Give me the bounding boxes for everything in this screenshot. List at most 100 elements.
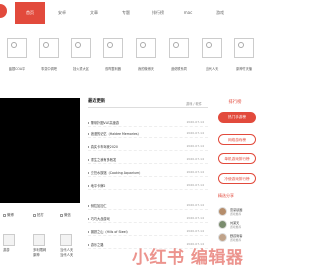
app-tile[interactable]: 事变中调吧 — [36, 38, 62, 71]
app-thumbnail — [71, 38, 91, 58]
item-title-text: 地平卡牌2 — [90, 184, 106, 188]
list-item[interactable]: 钢铁之山（Hills of Steel） 2020-07-14 — [88, 226, 208, 236]
list-item[interactable]: 重生之我有多贱发 2020-07-14 — [88, 154, 208, 164]
game-label: 游游 — [3, 248, 10, 252]
game-label: 原神 — [33, 253, 40, 257]
list-item[interactable]: 董帝扑图VLE高速游 2020-07-14 — [88, 117, 208, 127]
app-thumbnail — [7, 38, 27, 58]
app-label: 原神竹天播 — [236, 67, 252, 71]
item-title: 董帝扑图VLE高速游 — [88, 120, 119, 125]
list-item[interactable]: 巧巧大战游戏 2020-07-14 — [88, 213, 208, 223]
share-label: 微信 — [64, 213, 71, 217]
latest-title: 最近更新 — [88, 99, 106, 104]
app-tile[interactable]: 双昨整利器 — [100, 38, 126, 71]
app-thumbnail — [136, 38, 156, 58]
hot-mobile-games-button[interactable]: 热门手游榜 — [218, 112, 256, 123]
app-thumbnail — [39, 38, 59, 58]
bullet-icon — [88, 231, 90, 233]
share-weibo[interactable]: 微博 — [3, 212, 14, 217]
checkbox-icon — [33, 213, 36, 217]
list-item[interactable]: 浪漫的记忆（Haldee Memories） 2020-07-14 — [88, 128, 208, 138]
watermark-overlay: 小红书 编辑器 — [132, 248, 244, 268]
app-label: 当代人天 — [205, 67, 219, 71]
nav-articles[interactable]: 文章 — [79, 0, 109, 26]
top-nav: 首页 安卓 文章 专题 排行榜 mac 游戏 — [11, 0, 258, 26]
user-subtitle: 游戏推荐 — [230, 225, 242, 229]
item-date: 2020-07-14 — [186, 170, 204, 174]
share-wechat[interactable]: 微信 — [60, 212, 71, 217]
app-tile[interactable]: 原神竹天播 — [231, 38, 257, 71]
featured-title: 精选分享 — [218, 193, 234, 198]
user-subtitle: 游戏推荐 — [230, 212, 242, 216]
ranking-title: 排行榜 — [228, 100, 242, 105]
list-item[interactable]: 真实卡车驾驶2020 2020-07-14 — [88, 141, 208, 151]
app-thumbnail — [103, 38, 123, 58]
app-label: 迪佬联系同 — [171, 67, 187, 71]
nav-mac[interactable]: mac — [173, 0, 203, 26]
bullet-icon — [88, 122, 90, 124]
casual-games-button[interactable]: 冷使游戏排行榜 — [218, 173, 256, 184]
site-logo[interactable] — [0, 4, 7, 18]
app-tile[interactable]: 我的微博天 — [133, 38, 159, 71]
app-tile[interactable]: 当代人天 — [199, 38, 225, 71]
list-item[interactable]: 地平卡牌2 2020-07-14 — [88, 180, 208, 190]
avatar[interactable] — [218, 233, 227, 242]
game-thumbnail[interactable] — [33, 234, 45, 246]
item-date: 2020-07-14 — [186, 203, 204, 207]
item-date: 2020-07-14 — [186, 144, 204, 148]
item-title: 烹饪水族馆（Cooking Aquarium） — [88, 170, 142, 175]
item-title: 游乐之路 — [88, 242, 103, 247]
item-title-text: 董帝扑图VLE高速游 — [90, 121, 119, 125]
bullet-icon — [88, 172, 90, 174]
app-label: 事变中调吧 — [41, 67, 57, 71]
share-print[interactable]: 拍打 — [33, 212, 44, 217]
item-title-text: 浪漫的记忆（Haldee Memories） — [90, 132, 141, 136]
app-tile[interactable]: 晶银COA平 — [4, 38, 30, 71]
bullet-icon — [88, 146, 90, 148]
checkbox-icon — [60, 213, 63, 217]
app-grid: 晶银COA平 事变中调吧 挡火重大区 双昨整利器 我的微博天 迪佬联系同 当代人… — [0, 38, 258, 78]
list-item[interactable]: 侧拉加加仁 2020-07-14 — [88, 200, 208, 210]
app-label: 双昨整利器 — [105, 67, 121, 71]
game-thumbnail[interactable] — [60, 234, 72, 246]
item-title-text: 侧拉加加仁 — [90, 204, 107, 208]
app-thumbnail — [169, 38, 189, 58]
item-title-text: 钢铁之山（Hills of Steel） — [90, 230, 130, 234]
app-label: 我的微博天 — [138, 67, 154, 71]
nav-home[interactable]: 首页 — [15, 2, 45, 24]
app-tile[interactable]: 迪佬联系同 — [166, 38, 192, 71]
online-games-button[interactable]: 网络游戏榜 — [218, 134, 256, 145]
item-date: 2020-07-14 — [186, 216, 204, 220]
bullet-icon — [88, 159, 90, 161]
game-thumbnail[interactable] — [3, 234, 15, 246]
app-label: 挡火重大区 — [73, 67, 89, 71]
item-date: 2020-07-14 — [186, 157, 204, 161]
item-title-text: 真实卡车驾驶2020 — [90, 145, 118, 149]
app-thumbnail — [202, 38, 222, 58]
item-date: 2020-07-14 — [186, 131, 204, 135]
app-tile[interactable]: 挡火重大区 — [68, 38, 94, 71]
item-title-text: 巧巧大战游戏 — [90, 217, 110, 221]
item-title: 真实卡车驾驶2020 — [88, 144, 118, 149]
list-item[interactable]: 烹饪水族馆（Cooking Aquarium） 2020-07-14 — [88, 167, 208, 177]
bullet-icon — [88, 218, 90, 220]
item-title: 侧拉加加仁 — [88, 203, 107, 208]
item-title-text: 烹饪水族馆（Cooking Aquarium） — [90, 171, 143, 175]
nav-android[interactable]: 安卓 — [47, 0, 77, 26]
latest-more-link[interactable]: 游戏 / 软件 — [186, 101, 202, 106]
avatar[interactable] — [218, 220, 227, 229]
nav-topics[interactable]: 专题 — [111, 0, 141, 26]
item-title: 钢铁之山（Hills of Steel） — [88, 229, 130, 234]
item-date: 2020-07-14 — [186, 120, 204, 124]
nav-games[interactable]: 游戏 — [205, 0, 235, 26]
share-label: 拍打 — [37, 213, 44, 217]
user-subtitle: 游戏推荐 — [230, 238, 242, 242]
item-title-text: 游乐之路 — [90, 243, 104, 247]
video-player[interactable] — [0, 98, 80, 203]
bullet-icon — [88, 185, 90, 187]
divider — [88, 107, 208, 108]
checkbox-icon — [3, 213, 6, 217]
avatar[interactable] — [218, 207, 227, 216]
single-player-games-button[interactable]: 单机游戏排行榜 — [218, 153, 256, 164]
nav-ranking[interactable]: 排行榜 — [143, 0, 173, 26]
